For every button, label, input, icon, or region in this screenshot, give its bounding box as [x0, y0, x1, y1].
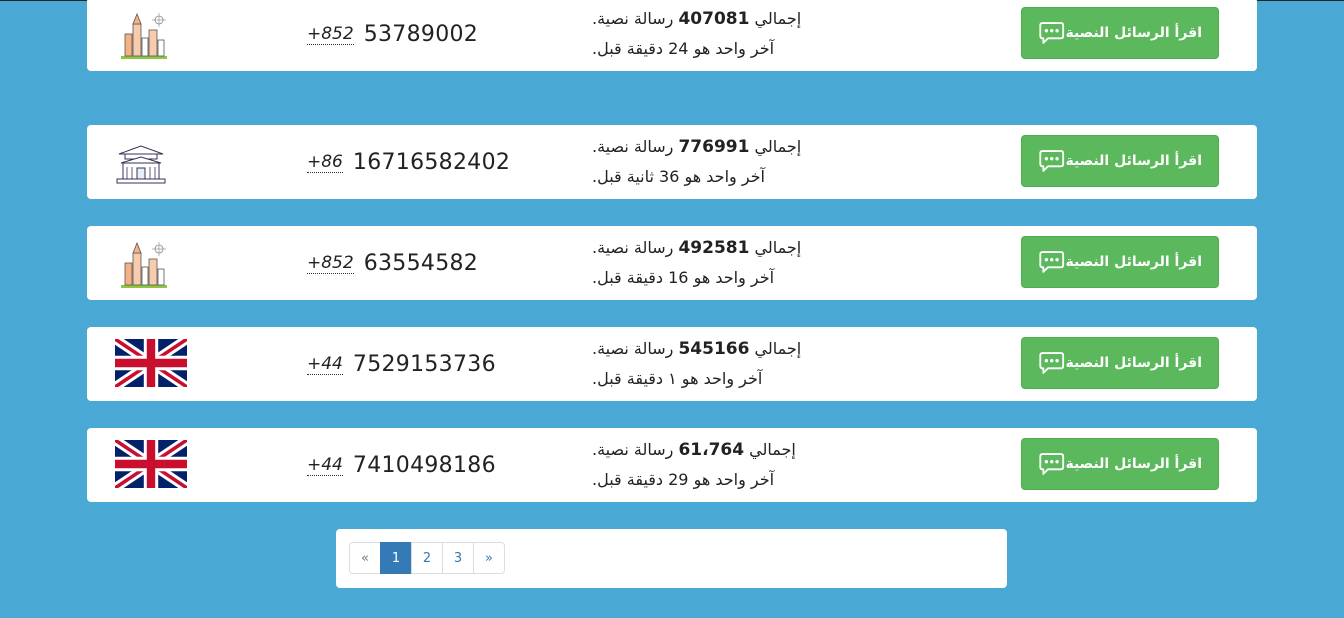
number-value: 7529153736	[352, 351, 496, 377]
total-suffix: رسالة نصية.	[592, 9, 674, 28]
total-suffix: رسالة نصية.	[592, 137, 674, 156]
country-code: +44	[307, 454, 343, 476]
read-sms-button[interactable]: اقرأ الرسائل النصية	[1021, 7, 1219, 59]
last-message-time: آخر واحد هو 29 دقيقة قبل.	[592, 470, 775, 489]
read-sms-button[interactable]: اقرأ الرسائل النصية	[1021, 337, 1219, 389]
pagination: « 1 2 3 »	[349, 542, 505, 574]
chat-bubble-icon	[1039, 150, 1065, 172]
message-info: إجمالي 776991 رسالة نصية. آخر واحد هو 36…	[592, 132, 807, 191]
last-message-time: آخر واحد هو 24 دقيقة قبل.	[592, 39, 775, 58]
number-value: 16716582402	[352, 149, 511, 175]
read-sms-button[interactable]: اقرأ الرسائل النصية	[1021, 236, 1219, 288]
total-prefix: إجمالي	[754, 9, 802, 28]
total-count: 545166	[678, 339, 750, 359]
read-sms-label: اقرأ الرسائل النصية	[1065, 254, 1202, 270]
country-code: +852	[307, 23, 354, 45]
china-temple-icon	[115, 138, 191, 188]
pagination-prev[interactable]: «	[349, 542, 381, 574]
chat-bubble-icon	[1039, 352, 1065, 374]
total-count: 776991	[678, 137, 750, 157]
number-card: +44 7410498186 إجمالي 61،764 رسالة نصية.…	[87, 428, 1257, 502]
country-code: +86	[307, 151, 343, 173]
number-card: +852 63554582 إجمالي 492581 رسالة نصية. …	[87, 226, 1257, 300]
chat-bubble-icon	[1039, 22, 1065, 44]
message-info: إجمالي 61،764 رسالة نصية. آخر واحد هو 29…	[592, 435, 807, 494]
total-count: 61،764	[678, 440, 745, 460]
read-sms-button[interactable]: اقرأ الرسائل النصية	[1021, 135, 1219, 187]
pagination-page-3[interactable]: 3	[442, 542, 474, 574]
read-sms-label: اقرأ الرسائل النصية	[1065, 456, 1202, 472]
number-card: +44 7529153736 إجمالي 545166 رسالة نصية.…	[87, 327, 1257, 401]
last-message-time: آخر واحد هو ١ دقيقة قبل.	[592, 369, 763, 388]
total-prefix: إجمالي	[749, 440, 796, 459]
uk-flag-icon	[112, 436, 191, 492]
read-sms-button[interactable]: اقرأ الرسائل النصية	[1021, 438, 1219, 490]
total-suffix: رسالة نصية.	[592, 440, 674, 459]
country-code: +44	[307, 353, 343, 375]
phone-number: +44 7529153736	[307, 327, 496, 401]
number-card: +852 53789002 إجمالي 407081 رسالة نصية. …	[87, 0, 1257, 71]
message-info: إجمالي 407081 رسالة نصية. آخر واحد هو 24…	[592, 4, 807, 63]
hong-kong-skyline-icon	[115, 239, 191, 289]
pagination-panel: « 1 2 3 »	[336, 529, 1007, 588]
chat-bubble-icon	[1039, 453, 1065, 475]
read-sms-label: اقرأ الرسائل النصية	[1065, 153, 1202, 169]
country-code: +852	[307, 252, 354, 274]
phone-number: +852 63554582	[307, 226, 478, 300]
total-suffix: رسالة نصية.	[592, 238, 674, 257]
total-count: 407081	[678, 9, 750, 29]
number-value: 63554582	[363, 250, 479, 276]
last-message-time: آخر واحد هو 16 دقيقة قبل.	[592, 268, 775, 287]
total-prefix: إجمالي	[754, 238, 802, 257]
pagination-page-1[interactable]: 1	[380, 542, 412, 574]
number-value: 53789002	[363, 21, 479, 47]
total-suffix: رسالة نصية.	[592, 339, 674, 358]
phone-number: +44 7410498186	[307, 428, 496, 502]
message-info: إجمالي 545166 رسالة نصية. آخر واحد هو ١ …	[592, 334, 807, 393]
total-prefix: إجمالي	[754, 137, 802, 156]
last-message-time: آخر واحد هو 36 ثانية قبل.	[592, 167, 765, 186]
read-sms-label: اقرأ الرسائل النصية	[1065, 355, 1202, 371]
read-sms-label: اقرأ الرسائل النصية	[1065, 25, 1202, 41]
message-info: إجمالي 492581 رسالة نصية. آخر واحد هو 16…	[592, 233, 807, 292]
chat-bubble-icon	[1039, 251, 1065, 273]
phone-number: +86 16716582402	[307, 125, 510, 199]
number-value: 7410498186	[352, 452, 496, 478]
uk-flag-icon	[112, 335, 191, 391]
phone-number: +852 53789002	[307, 0, 478, 71]
pagination-next[interactable]: »	[473, 542, 505, 574]
number-card: +86 16716582402 إجمالي 776991 رسالة نصية…	[87, 125, 1257, 199]
total-count: 492581	[678, 238, 750, 258]
pagination-page-2[interactable]: 2	[411, 542, 443, 574]
hong-kong-skyline-icon	[115, 10, 191, 60]
total-prefix: إجمالي	[754, 339, 802, 358]
